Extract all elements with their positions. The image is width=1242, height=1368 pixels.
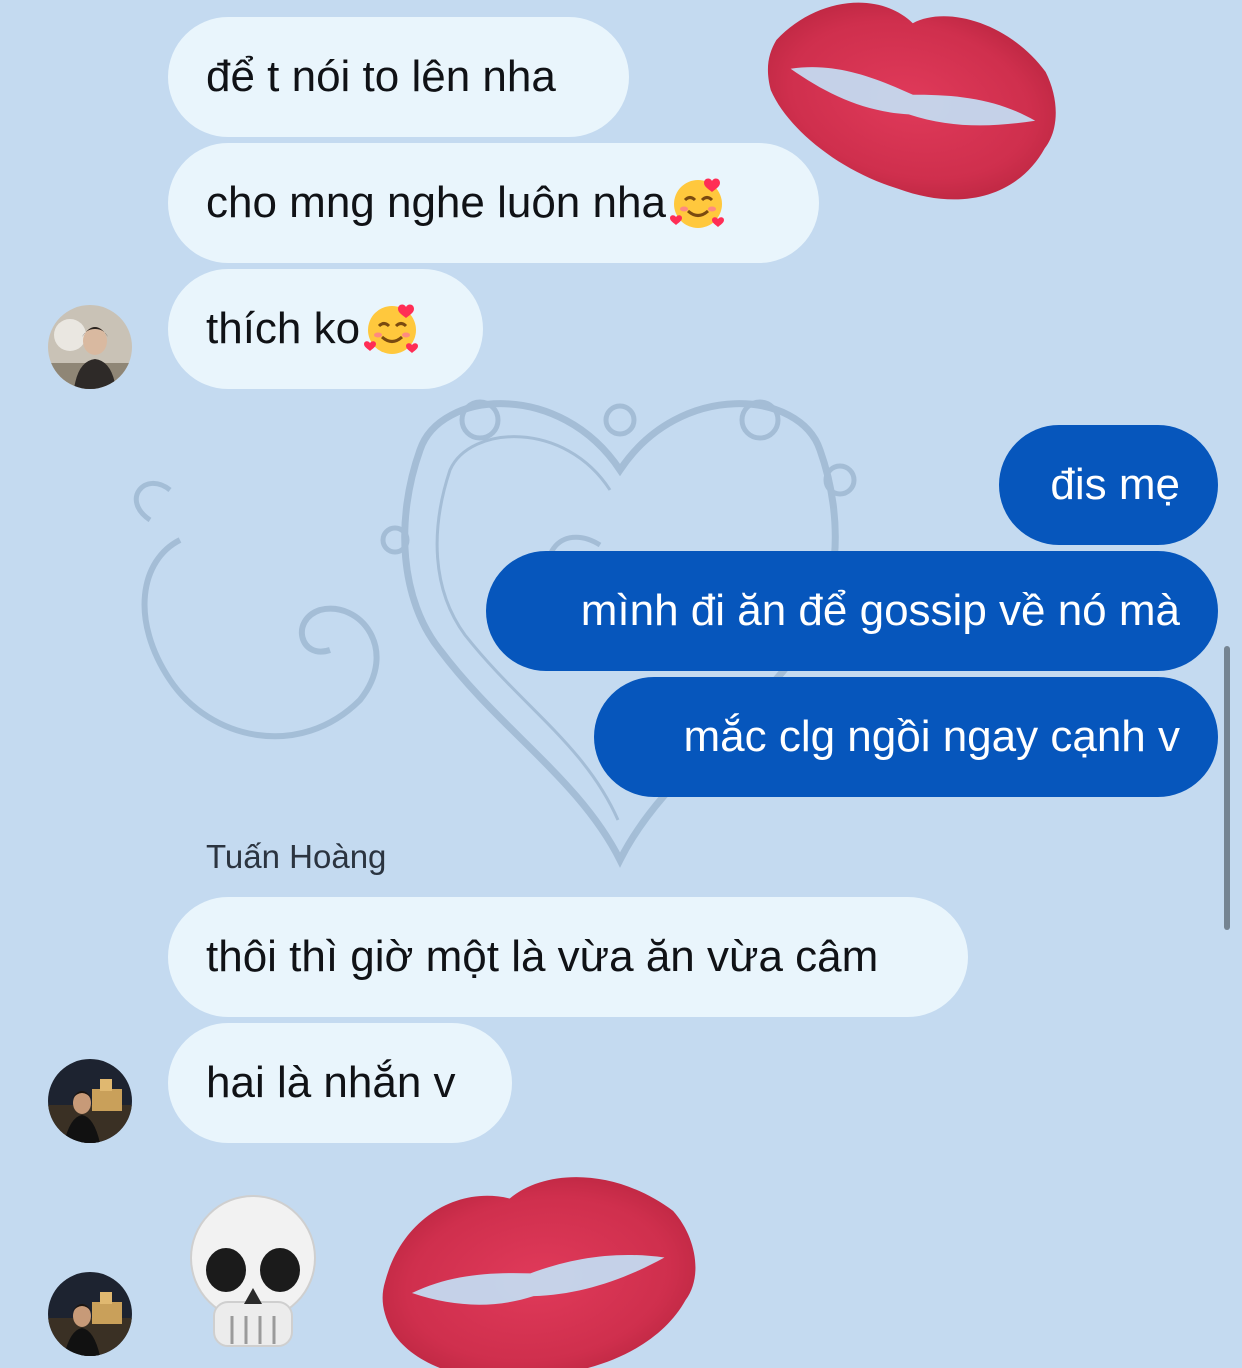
sender-avatar[interactable] [48,305,132,389]
smiling-face-with-hearts-icon [364,304,419,354]
message-text: hai là nhắn v [206,1058,456,1107]
outgoing-message[interactable]: mình đi ăn để gossip về nó mà [486,551,1218,671]
incoming-message[interactable]: hai là nhắn v [168,1023,512,1143]
incoming-message[interactable]: để t nói to lên nha [168,17,629,137]
incoming-message[interactable]: thích ko [168,269,483,389]
avatar-photo [48,305,132,389]
message-text: thích ko [206,304,361,353]
message-text: mình đi ăn để gossip về nó mà [580,586,1180,635]
avatar-photo [48,1272,132,1356]
smiling-face-with-hearts-icon [669,178,724,228]
message-text: cho mng nghe luôn nha [206,178,666,227]
sender-avatar[interactable] [48,1272,132,1356]
sender-avatar[interactable] [48,1059,132,1143]
message-text: mắc clg ngồi ngay cạnh v [683,712,1180,761]
outgoing-message[interactable]: đis mẹ [999,425,1218,545]
message-text: đis mẹ [1050,460,1180,509]
incoming-message[interactable]: cho mng nghe luôn nha [168,143,819,263]
message-text: thôi thì giờ một là vừa ăn vừa câm [206,932,879,981]
outgoing-message[interactable]: mắc clg ngồi ngay cạnh v [594,677,1218,797]
incoming-message[interactable]: thôi thì giờ một là vừa ăn vừa câm [168,897,968,1017]
avatar-photo [48,1059,132,1143]
scrollbar[interactable] [1224,646,1230,930]
skull-icon[interactable] [184,1192,322,1354]
message-text: để t nói to lên nha [206,52,556,101]
sender-name: Tuấn Hoàng [206,838,387,875]
